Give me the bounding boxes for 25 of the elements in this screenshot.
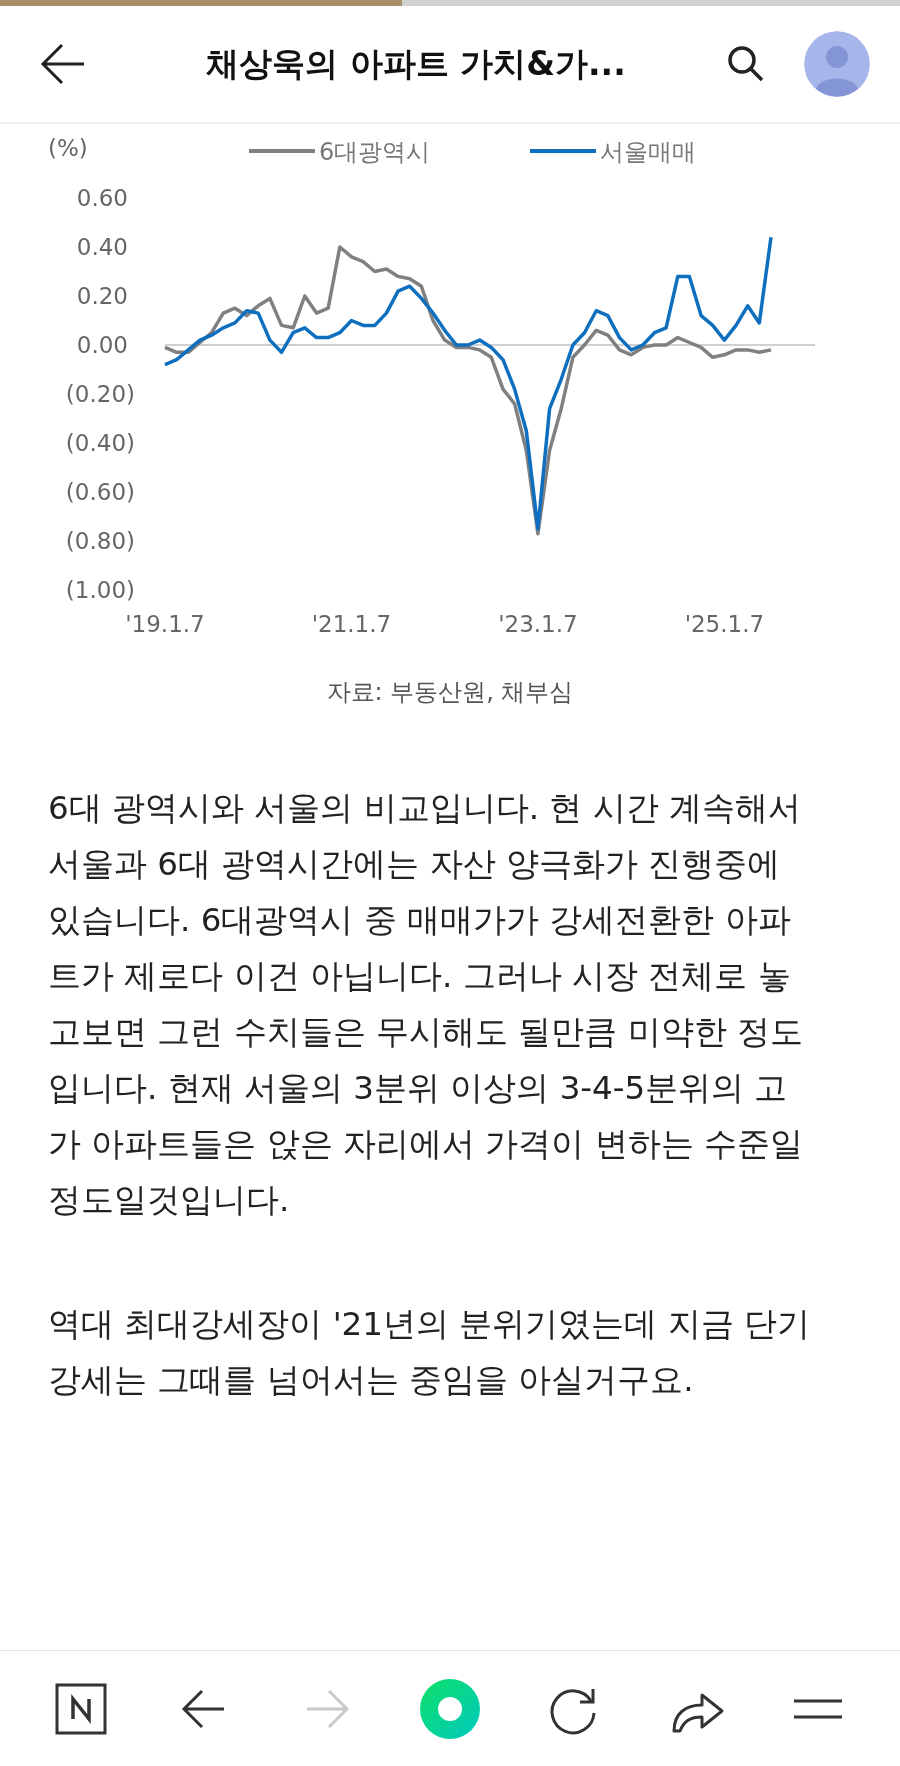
body-paragraph: 6대 광역시와 서울의 비교입니다. 현 시간 계속해서 서울과 6대 광역시간에는 자산 양극화가 진행중에 있습니다. 6대광역시 중 매매가가 강세전환한 아파트가 제로다 이건 아닙니다. 그러나 시장 전체로 놓고보면 그런 수치들은 무시해도 될만큼 미약한 정도입니다. 현재 서울의 3분위 이상의 3-4-5분위의 고가 아파트들은 앉은 자리에서 가격이 변하는 수준일 정도일것입니다. — [48, 788, 804, 1221]
y-tick-label: 0.00 — [76, 332, 128, 358]
back-button[interactable] — [40, 41, 86, 87]
y-tick-label: (0.60) — [65, 479, 135, 505]
legend-item: 6대광역시 — [249, 138, 431, 166]
y-tick-label: 0.60 — [76, 185, 128, 211]
search-button[interactable] — [726, 44, 766, 84]
legend-item: 서울매매 — [530, 138, 696, 166]
avatar-icon[interactable] — [804, 31, 870, 97]
page-title: 채상욱의 아파트 가치&가... — [205, 42, 627, 85]
y-tick-label: (1.00) — [65, 577, 135, 603]
legend-label: 6대광역시 — [319, 138, 431, 166]
y-tick-label: 0.40 — [76, 234, 128, 260]
x-tick-label: '19.1.7 — [125, 611, 205, 637]
y-tick-label: (0.40) — [65, 430, 135, 456]
y-tick-label: (0.20) — [65, 381, 135, 407]
x-tick-label: '21.1.7 — [311, 611, 392, 637]
body-paragraph: 역대 최대강세장이 '21년의 분위기였는데 지금 단기 강세는 그때를 넘어서는 중임을 아실거구요. — [48, 1304, 811, 1401]
x-tick-label: '25.1.7 — [684, 611, 765, 637]
y-tick-label: 0.20 — [76, 283, 128, 309]
axis-unit-label: (%) — [48, 135, 88, 161]
legend-label: 서울매매 — [600, 138, 696, 166]
x-tick-label: '23.1.7 — [498, 611, 578, 637]
chart-source: 자료: 부동산원, 채부심 — [326, 678, 574, 706]
y-tick-label: (0.80) — [65, 528, 135, 554]
